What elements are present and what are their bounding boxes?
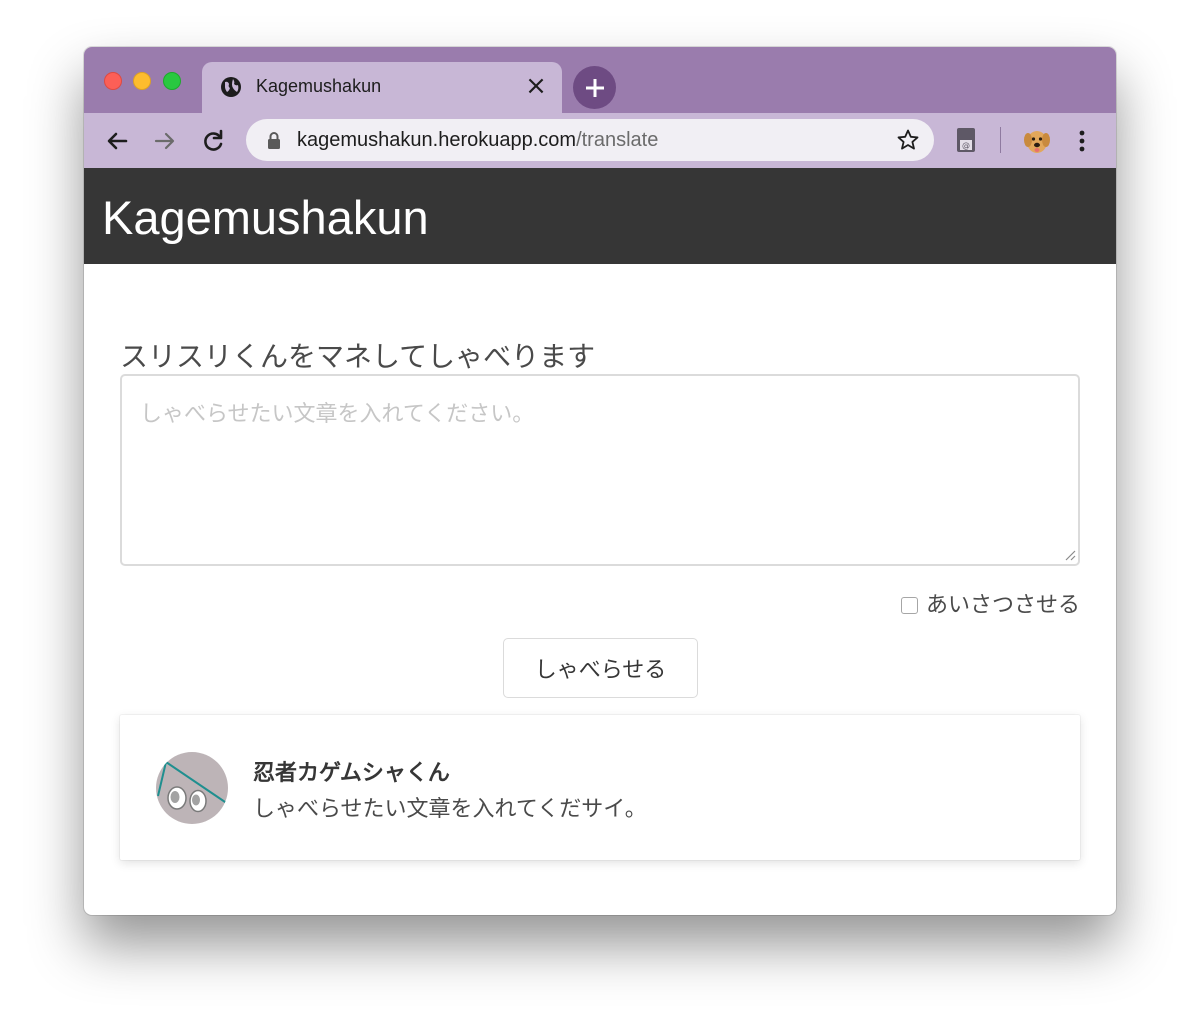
svg-text:@: @ xyxy=(962,141,970,150)
close-window-button[interactable] xyxy=(104,72,122,90)
browser-window: Kagemushakun × kagemushakun.herokuapp.co… xyxy=(84,47,1116,915)
back-arrow-icon[interactable] xyxy=(102,126,132,156)
speak-button[interactable]: しゃべらせる xyxy=(503,638,698,698)
globe-icon xyxy=(221,77,241,97)
response-card: 忍者カゲムシャくん しゃべらせたい文章を入れてくだサイ。 xyxy=(120,715,1080,860)
tab-kagemushakun[interactable]: Kagemushakun × xyxy=(202,62,562,114)
site-brand[interactable]: Kagemushakun xyxy=(102,190,429,245)
lock-icon xyxy=(268,132,280,149)
greeting-checkbox-label[interactable]: あいさつさせる xyxy=(926,587,1080,619)
tab-close-icon[interactable]: × xyxy=(524,72,548,100)
forward-arrow-icon[interactable] xyxy=(150,126,180,156)
tab-title: Kagemushakun xyxy=(256,76,382,96)
profile-avatar-icon[interactable] xyxy=(1022,125,1052,155)
reload-icon[interactable] xyxy=(198,126,228,156)
bookmark-star-icon[interactable] xyxy=(896,128,920,152)
address-bar[interactable]: kagemushakun.herokuapp.com/translate xyxy=(246,119,934,161)
more-menu-icon[interactable] xyxy=(1074,127,1090,155)
greeting-checkbox[interactable] xyxy=(900,596,918,614)
browser-toolbar: kagemushakun.herokuapp.com/translate @ xyxy=(84,113,1116,168)
toolbar-separator xyxy=(1000,127,1001,153)
url-text: kagemushakun.herokuapp.com/translate xyxy=(297,129,659,151)
message-textarea[interactable] xyxy=(120,374,1080,566)
extension-icon[interactable]: @ xyxy=(955,126,977,154)
response-message: しゃべらせたい文章を入れてくだサイ。 xyxy=(253,797,647,822)
minimize-window-button[interactable] xyxy=(133,72,151,90)
new-tab-button[interactable] xyxy=(573,66,616,109)
greeting-option[interactable]: あいさつさせる xyxy=(900,587,1080,619)
tab-strip: Kagemushakun × xyxy=(84,47,1116,114)
ninja-avatar-icon xyxy=(156,752,228,824)
message-label: スリスリくんをマネしてしゃべります xyxy=(120,340,596,373)
maximize-window-button[interactable] xyxy=(163,72,181,90)
site-navbar: Kagemushakun xyxy=(84,168,1116,264)
speaker-name: 忍者カゲムシャくん xyxy=(253,761,450,786)
